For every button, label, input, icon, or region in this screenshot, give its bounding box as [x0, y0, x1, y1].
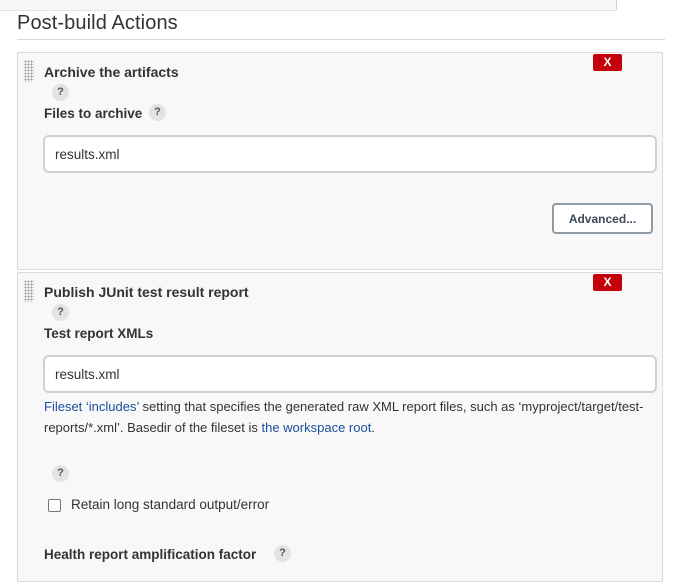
junit-report-panel: X Publish JUnit test result report ? Tes…	[17, 272, 663, 582]
help-icon[interactable]: ?	[274, 545, 291, 562]
workspace-root-link[interactable]: the workspace root	[261, 420, 371, 435]
advanced-button[interactable]: Advanced...	[552, 203, 653, 234]
files-to-archive-input[interactable]	[43, 135, 657, 173]
test-report-xmls-input[interactable]	[43, 355, 657, 393]
help-icon[interactable]: ?	[52, 84, 69, 101]
drag-handle-icon[interactable]	[24, 60, 34, 82]
section-divider	[17, 39, 665, 40]
archive-artifacts-panel: X Archive the artifacts ? Files to archi…	[17, 52, 663, 270]
help-icon[interactable]: ?	[52, 465, 69, 482]
health-factor-label: Health report amplification factor	[44, 547, 257, 562]
help-icon[interactable]: ?	[149, 104, 166, 121]
drag-handle-icon[interactable]	[24, 280, 34, 302]
retain-output-label[interactable]: Retain long standard output/error	[71, 497, 269, 512]
junit-step-title: Publish JUnit test result report	[44, 284, 249, 300]
test-report-xmls-description: Fileset ‘includes’ setting that specifie…	[44, 396, 644, 438]
previous-section-strip	[0, 0, 616, 11]
retain-output-checkbox[interactable]	[48, 499, 61, 512]
fileset-includes-link[interactable]: Fileset ‘includes’	[44, 399, 139, 414]
section-title: Post-build Actions	[17, 12, 178, 34]
delete-junit-step-button[interactable]: X	[593, 274, 622, 291]
files-to-archive-label: Files to archive	[44, 106, 143, 121]
delete-archive-step-button[interactable]: X	[593, 54, 622, 71]
description-end: .	[371, 420, 375, 435]
help-icon[interactable]: ?	[52, 304, 69, 321]
test-report-xmls-label: Test report XMLs	[44, 326, 154, 341]
archive-step-title: Archive the artifacts	[44, 64, 179, 80]
previous-section-edge	[616, 0, 617, 10]
